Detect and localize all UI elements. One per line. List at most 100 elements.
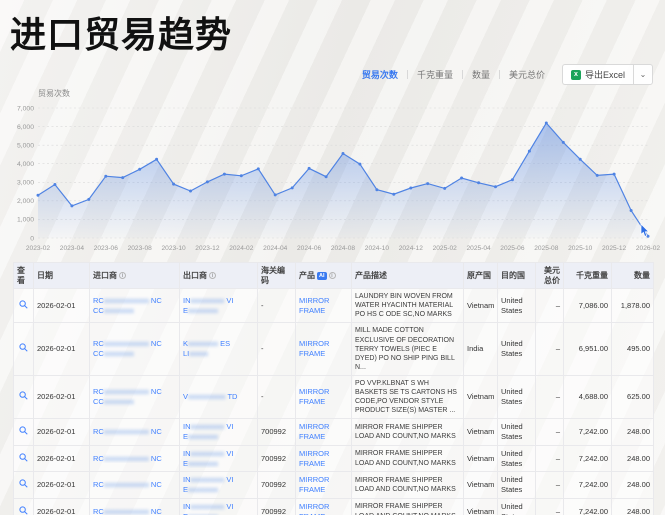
col-header-kg[interactable]: 千克重量: [564, 263, 612, 289]
exporter-link[interactable]: Exxxxxxxx: [183, 432, 254, 442]
x-tick-label: 2025-10: [568, 245, 593, 252]
exporter-link[interactable]: LIxxxxx: [183, 349, 254, 359]
data-point[interactable]: [342, 152, 345, 155]
view-details-icon[interactable]: [19, 391, 28, 403]
data-point[interactable]: [291, 186, 294, 189]
data-point[interactable]: [596, 174, 599, 177]
data-point[interactable]: [375, 188, 378, 191]
data-point[interactable]: [325, 175, 328, 178]
product-link[interactable]: MIRROR FRAME: [299, 502, 329, 515]
importer-link[interactable]: RCxxxxxxxxxxxx NC: [93, 454, 176, 464]
view-details-icon[interactable]: [19, 453, 28, 465]
data-point[interactable]: [104, 175, 107, 178]
view-details-icon[interactable]: [19, 506, 28, 515]
info-icon[interactable]: i: [329, 272, 336, 279]
exporter-link-redacted: xxxxxxxxx: [191, 502, 225, 511]
col-header-view[interactable]: 查看: [14, 263, 34, 289]
data-point[interactable]: [257, 167, 260, 170]
product-link[interactable]: MIRROR FRAME: [299, 296, 329, 315]
exporter-link[interactable]: Kxxxxxxxx ES: [183, 339, 254, 349]
data-point[interactable]: [172, 183, 175, 186]
cell-kg-weight: 7,242.00: [564, 472, 612, 499]
col-header-hs[interactable]: 海关编码: [258, 263, 296, 289]
export-dropdown-button[interactable]: ⌄: [633, 64, 653, 85]
importer-link[interactable]: RCxxxxxxxxxxxx NC: [93, 387, 176, 397]
exporter-link[interactable]: INxxxxxxxxx VI: [183, 296, 254, 306]
view-details-icon[interactable]: [19, 300, 28, 312]
col-header-importer[interactable]: 进口商i: [90, 263, 180, 289]
col-header-product[interactable]: 产品AIi: [296, 263, 352, 289]
data-point[interactable]: [443, 187, 446, 190]
importer-link[interactable]: RCxxxxxxxxxxxx NC: [93, 296, 176, 306]
info-icon[interactable]: i: [119, 272, 126, 279]
data-point[interactable]: [138, 168, 141, 171]
data-point[interactable]: [630, 209, 633, 212]
exporter-link[interactable]: Exxxxxxxx: [183, 485, 254, 495]
data-point[interactable]: [189, 190, 192, 193]
col-header-origin[interactable]: 原产国: [464, 263, 498, 289]
importer-link[interactable]: RCxxxxxxxxxxxx NC: [93, 339, 176, 349]
cell-importer: RCxxxxxxxxxxxx NC: [90, 498, 180, 515]
view-details-icon[interactable]: [19, 343, 28, 355]
data-point[interactable]: [494, 185, 497, 188]
info-icon[interactable]: i: [209, 272, 216, 279]
exporter-link[interactable]: Vxxxxxxxxxx TD: [183, 392, 254, 402]
data-point[interactable]: [70, 204, 73, 207]
exporter-link[interactable]: Exxxxxxxx: [183, 459, 254, 469]
data-point[interactable]: [562, 141, 565, 144]
tab-数量[interactable]: 数量: [463, 68, 499, 81]
col-header-dest[interactable]: 目的国: [498, 263, 536, 289]
data-point[interactable]: [155, 158, 158, 161]
exporter-link[interactable]: INxxxxxxxxx VI: [183, 475, 254, 485]
data-point[interactable]: [426, 182, 429, 185]
data-point[interactable]: [613, 173, 616, 176]
data-point[interactable]: [87, 198, 90, 201]
tab-千克重量[interactable]: 千克重量: [408, 68, 462, 81]
exporter-link[interactable]: INxxxxxxxxx VI: [183, 449, 254, 459]
data-point[interactable]: [223, 173, 226, 176]
col-header-date[interactable]: 日期: [34, 263, 90, 289]
product-link[interactable]: MIRROR FRAME: [299, 387, 329, 406]
product-link[interactable]: MIRROR FRAME: [299, 449, 329, 468]
cell-description: MILL MADE COTTON EXCLUSIVE OF DECORATION…: [352, 323, 464, 375]
data-point[interactable]: [392, 193, 395, 196]
data-point[interactable]: [358, 163, 361, 166]
data-point[interactable]: [528, 150, 531, 153]
importer-link[interactable]: RCxxxxxxxxxxxx NC: [93, 427, 176, 437]
product-link[interactable]: MIRROR FRAME: [299, 475, 329, 494]
product-link[interactable]: MIRROR FRAME: [299, 422, 329, 441]
tab-美元总价[interactable]: 美元总价: [500, 68, 554, 81]
data-point[interactable]: [53, 183, 56, 186]
tab-贸易次数[interactable]: 贸易次数: [353, 68, 407, 81]
importer-link[interactable]: RCxxxxxxxxxxxx NC: [93, 480, 176, 490]
data-point[interactable]: [511, 178, 514, 181]
data-point[interactable]: [477, 181, 480, 184]
importer-link[interactable]: CCxxxxxxxx: [93, 349, 176, 359]
data-point[interactable]: [579, 158, 582, 161]
data-point[interactable]: [308, 167, 311, 170]
data-point[interactable]: [460, 177, 463, 180]
importer-link[interactable]: RCxxxxxxxxxxxx NC: [93, 507, 176, 515]
cell-description: MIRROR FRAME SHIPPER LOAD AND COUNT,NO M…: [352, 419, 464, 446]
col-header-desc[interactable]: 产品描述: [352, 263, 464, 289]
exporter-link[interactable]: INxxxxxxxxx VI: [183, 502, 254, 512]
view-details-icon[interactable]: [19, 426, 28, 438]
importer-link[interactable]: CCxxxxxxxx: [93, 397, 176, 407]
data-point[interactable]: [37, 194, 40, 197]
col-header-qty[interactable]: 数量: [612, 263, 654, 289]
data-point[interactable]: [206, 180, 209, 183]
col-header-usd[interactable]: 美元总价: [536, 263, 564, 289]
data-point[interactable]: [121, 176, 124, 179]
view-details-icon[interactable]: [19, 479, 28, 491]
data-point[interactable]: [274, 193, 277, 196]
data-point[interactable]: [409, 187, 412, 190]
exporter-link[interactable]: INxxxxxxxxx VI: [183, 422, 254, 432]
data-point[interactable]: [240, 174, 243, 177]
importer-link[interactable]: CCxxxxxxxx: [93, 306, 176, 316]
exporter-link[interactable]: Exxxxxxxx: [183, 306, 254, 316]
col-header-exporter[interactable]: 出口商i: [180, 263, 258, 289]
export-excel-button[interactable]: x 导出Excel: [562, 64, 633, 85]
product-link[interactable]: MIRROR FRAME: [299, 339, 329, 358]
data-point[interactable]: [545, 122, 548, 125]
exporter-link[interactable]: Exxxxxxxx: [183, 512, 254, 515]
